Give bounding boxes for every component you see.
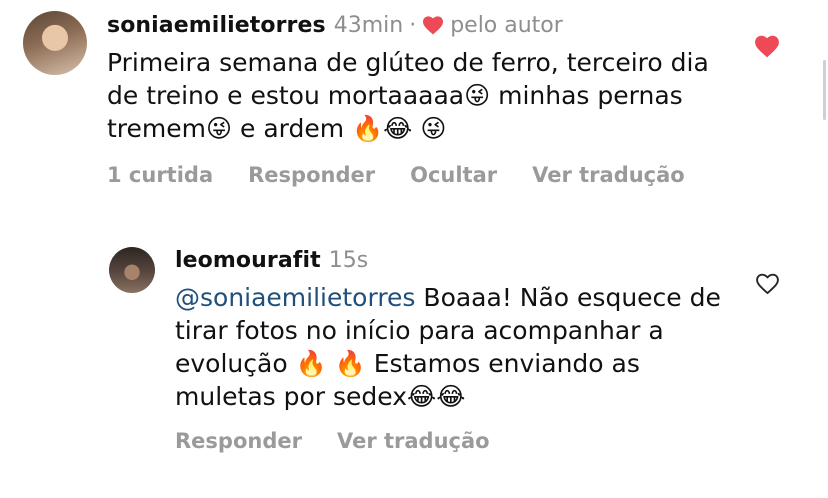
- reply-meta: leomourafit 15s: [175, 245, 735, 275]
- heart-outline-icon[interactable]: [755, 272, 780, 295]
- likes-count-link[interactable]: 1 curtida: [107, 163, 213, 187]
- reply-text: @soniaemilietorres Boaaa! Não esquece de…: [175, 281, 735, 413]
- scrollbar[interactable]: [823, 60, 826, 120]
- liked-by-author-label: pelo autor: [450, 12, 563, 38]
- comment: soniaemilietorres 43min · pelo autor Pri…: [107, 10, 727, 188]
- heart-filled-icon: [423, 16, 444, 35]
- translate-button[interactable]: Ver tradução: [532, 163, 685, 187]
- reply-time: 15s: [328, 247, 369, 273]
- comment-actions: 1 curtida Responder Ocultar Ver tradução: [107, 163, 727, 187]
- comment-text: Primeira semana de glúteo de ferro, terc…: [107, 48, 709, 143]
- translate-button[interactable]: Ver tradução: [337, 429, 490, 453]
- comment-username[interactable]: soniaemilietorres: [107, 13, 326, 38]
- liked-by-author-badge: pelo autor: [422, 13, 563, 38]
- hide-button[interactable]: Ocultar: [410, 163, 497, 187]
- reply-actions: Responder Ver tradução: [175, 429, 735, 453]
- avatar-leomourafit[interactable]: [109, 247, 155, 293]
- separator-dot: ·: [409, 12, 417, 38]
- mention-link[interactable]: @soniaemilietorres: [175, 283, 415, 312]
- heart-filled-icon[interactable]: [754, 34, 780, 58]
- avatar-soniaemilietorres[interactable]: [23, 11, 87, 75]
- comment-thread: soniaemilietorres 43min · pelo autor Pri…: [0, 0, 828, 498]
- reply-button[interactable]: Responder: [175, 429, 302, 453]
- reply-username[interactable]: leomourafit: [175, 248, 321, 273]
- comment-time: 43min: [333, 12, 404, 38]
- reply-comment: leomourafit 15s @soniaemilietorres Boaaa…: [175, 245, 735, 454]
- comment-meta: soniaemilietorres 43min · pelo autor: [107, 10, 727, 40]
- reply-button[interactable]: Responder: [248, 163, 375, 187]
